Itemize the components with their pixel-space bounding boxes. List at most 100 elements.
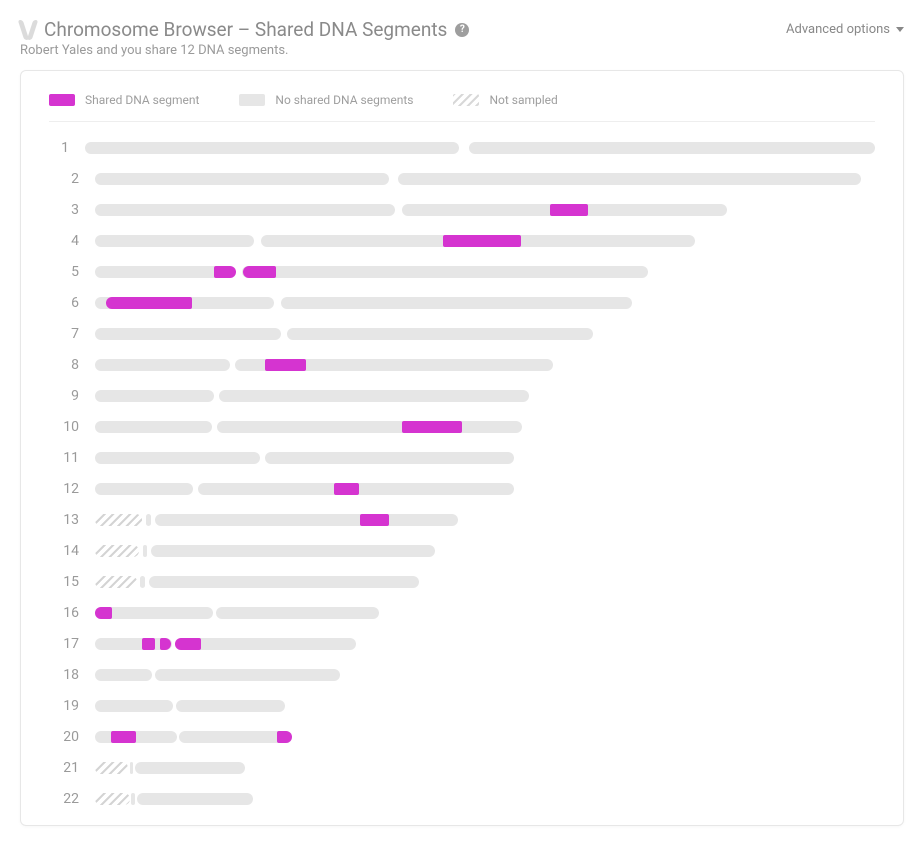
q-arm (179, 731, 292, 743)
q-arm (175, 638, 356, 650)
legend-item-none: No shared DNA segments (239, 93, 413, 107)
info-icon[interactable]: ? (455, 23, 469, 37)
p-arm (143, 545, 148, 557)
chromosome-track[interactable] (95, 328, 593, 340)
chromosome-track[interactable] (95, 700, 285, 712)
shared-segment[interactable] (443, 235, 521, 247)
chromosome-track[interactable] (95, 359, 553, 371)
chromosome-track[interactable] (95, 173, 861, 185)
chromosome-rows: 12345678910111213141516171819202122 (49, 140, 875, 807)
p-arm (95, 483, 193, 495)
q-arm (155, 514, 458, 526)
chromosome-row: 14 (49, 543, 875, 559)
shared-segment[interactable] (106, 297, 192, 309)
chromosome-label: 15 (49, 574, 79, 590)
q-arm (149, 576, 419, 588)
not-sampled-region (95, 793, 130, 805)
shared-segment[interactable] (277, 731, 293, 743)
p-arm (95, 421, 212, 433)
chromosome-track[interactable] (85, 142, 875, 154)
legend-label-shared: Shared DNA segment (85, 93, 199, 107)
q-arm (219, 390, 529, 402)
chromosome-track[interactable] (95, 421, 522, 433)
chromosome-label: 17 (49, 636, 79, 652)
chevron-down-icon (896, 27, 904, 32)
chromosome-track[interactable] (95, 638, 356, 650)
chromosome-label: 5 (49, 264, 79, 280)
chromosome-label: 18 (49, 667, 79, 683)
chromosome-row: 6 (49, 295, 875, 311)
q-arm (216, 607, 379, 619)
p-arm (95, 328, 281, 340)
shared-segment[interactable] (360, 514, 389, 526)
chromosome-track[interactable] (95, 266, 648, 278)
chromosome-track[interactable] (95, 545, 435, 557)
q-arm (176, 700, 285, 712)
advanced-options-label: Advanced options (786, 22, 890, 37)
chromosome-row: 17 (49, 636, 875, 652)
chromosome-row: 3 (49, 202, 875, 218)
shared-segment[interactable] (175, 638, 201, 650)
shared-segment[interactable] (111, 731, 137, 743)
p-arm (95, 204, 395, 216)
legend-swatch-not-sampled (453, 94, 479, 106)
chromosome-row: 20 (49, 729, 875, 745)
chromosome-label: 20 (49, 729, 79, 745)
chromosome-track[interactable] (95, 762, 245, 774)
advanced-options-dropdown[interactable]: Advanced options (786, 22, 904, 37)
chromosome-track[interactable] (95, 452, 514, 464)
legend-swatch-none (239, 94, 265, 106)
legend-label-none: No shared DNA segments (275, 93, 413, 107)
q-arm (265, 452, 514, 464)
chromosome-label: 12 (49, 481, 79, 497)
not-sampled-region (95, 545, 139, 557)
shared-segment[interactable] (160, 638, 170, 650)
chromosome-label: 19 (49, 698, 79, 714)
chromosome-track[interactable] (95, 607, 379, 619)
q-arm (281, 297, 632, 309)
chromosome-label: 2 (49, 171, 79, 187)
q-arm (135, 762, 245, 774)
title-line: Chromosome Browser – Shared DNA Segments… (20, 18, 469, 41)
chromosome-track[interactable] (95, 514, 458, 526)
chromosome-track[interactable] (95, 669, 340, 681)
chromosome-track[interactable] (95, 204, 727, 216)
chromosome-row: 1 (49, 140, 875, 156)
not-sampled-region (95, 576, 137, 588)
p-arm (95, 359, 230, 371)
shared-segment[interactable] (214, 266, 236, 278)
chromosome-track[interactable] (95, 390, 530, 402)
shared-segment[interactable] (142, 638, 155, 650)
p-arm (130, 762, 134, 774)
shared-segment[interactable] (334, 483, 359, 495)
chromosome-track[interactable] (95, 731, 293, 743)
p-arm (85, 142, 459, 154)
chromosome-row: 19 (49, 698, 875, 714)
chromosome-label: 11 (49, 450, 79, 466)
chromosome-track[interactable] (95, 483, 514, 495)
chromosome-label: 13 (49, 512, 79, 528)
shared-segment[interactable] (402, 421, 462, 433)
chromosome-label: 10 (49, 419, 79, 435)
shared-segment[interactable] (550, 204, 588, 216)
chromosome-row: 21 (49, 760, 875, 776)
chromosome-track[interactable] (95, 235, 695, 247)
shared-segment[interactable] (243, 266, 276, 278)
chromosome-track[interactable] (95, 576, 419, 588)
chromosome-label: 14 (49, 543, 79, 559)
shared-segment[interactable] (95, 607, 112, 619)
page-header: Chromosome Browser – Shared DNA Segments… (20, 18, 904, 58)
chromosome-track[interactable] (95, 793, 253, 805)
page-title: Chromosome Browser – Shared DNA Segments (44, 18, 447, 41)
chromosome-track[interactable] (95, 297, 632, 309)
legend-swatch-shared (49, 94, 75, 106)
chromosome-label: 8 (49, 357, 79, 373)
chromosome-row: 16 (49, 605, 875, 621)
page-subtitle: Robert Yales and you share 12 DNA segmen… (20, 43, 469, 58)
shared-segment[interactable] (265, 359, 306, 371)
chromosome-row: 13 (49, 512, 875, 528)
chromosome-label: 1 (49, 140, 69, 156)
q-arm (137, 793, 253, 805)
p-arm (95, 669, 152, 681)
chromosome-label: 7 (49, 326, 79, 342)
